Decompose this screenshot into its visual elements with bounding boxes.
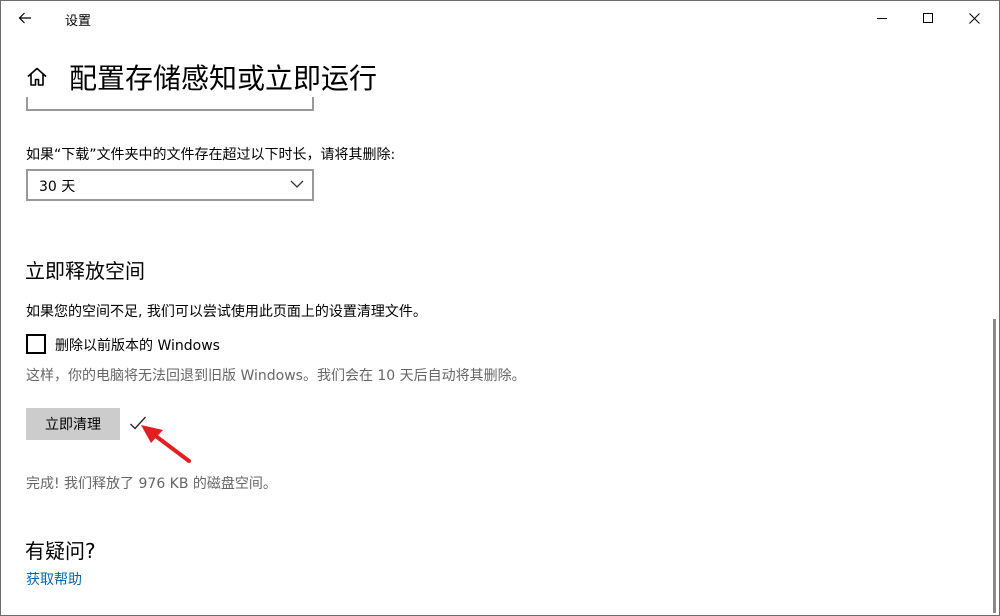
free-space-section-title: 立即释放空间 xyxy=(25,259,145,283)
free-space-description: 如果您的空间不足, 我们可以尝试使用此页面上的设置清理文件。 xyxy=(26,304,427,320)
delete-previous-windows-label[interactable]: 删除以前版本的 Windows xyxy=(55,335,220,355)
back-button[interactable] xyxy=(9,5,41,31)
page-title: 配置存储感知或立即运行 xyxy=(69,62,378,95)
help-section-title: 有疑问? xyxy=(25,539,96,563)
dropdown-selected-value: 30 天 xyxy=(39,179,76,195)
maximize-icon xyxy=(923,13,933,23)
downloads-label: 如果“下载”文件夹中的文件存在超过以下时长，请将其删除: xyxy=(26,147,396,163)
get-help-link[interactable]: 获取帮助 xyxy=(26,569,82,589)
downloads-age-dropdown[interactable]: 30 天 xyxy=(26,169,314,201)
close-icon xyxy=(968,12,980,24)
minimize-icon xyxy=(877,18,887,19)
delete-previous-windows-checkbox[interactable] xyxy=(26,334,46,354)
app-title: 设置 xyxy=(65,14,92,29)
clean-now-button[interactable]: 立即清理 xyxy=(26,408,120,440)
red-arrow-icon xyxy=(141,425,191,463)
minimize-button[interactable] xyxy=(859,1,905,35)
scrollbar-thumb[interactable] xyxy=(993,319,996,613)
settings-window: 设置 配置存储感知或立即运行 如果“下载”文件夹中的文件存在超过以下时长，请将其… xyxy=(0,0,1000,616)
maximize-button[interactable] xyxy=(905,1,951,35)
title-bar: 设置 xyxy=(1,1,999,35)
delete-previous-windows-hint: 这样，你的电脑将无法回退到旧版 Windows。我们会在 10 天后自动将其删除… xyxy=(26,368,526,384)
back-arrow-icon xyxy=(18,12,31,24)
close-button[interactable] xyxy=(951,1,997,35)
clean-result-text: 完成! 我们释放了 976 KB 的磁盘空间。 xyxy=(26,476,277,492)
chevron-down-icon xyxy=(290,180,304,188)
home-icon[interactable] xyxy=(25,65,49,89)
